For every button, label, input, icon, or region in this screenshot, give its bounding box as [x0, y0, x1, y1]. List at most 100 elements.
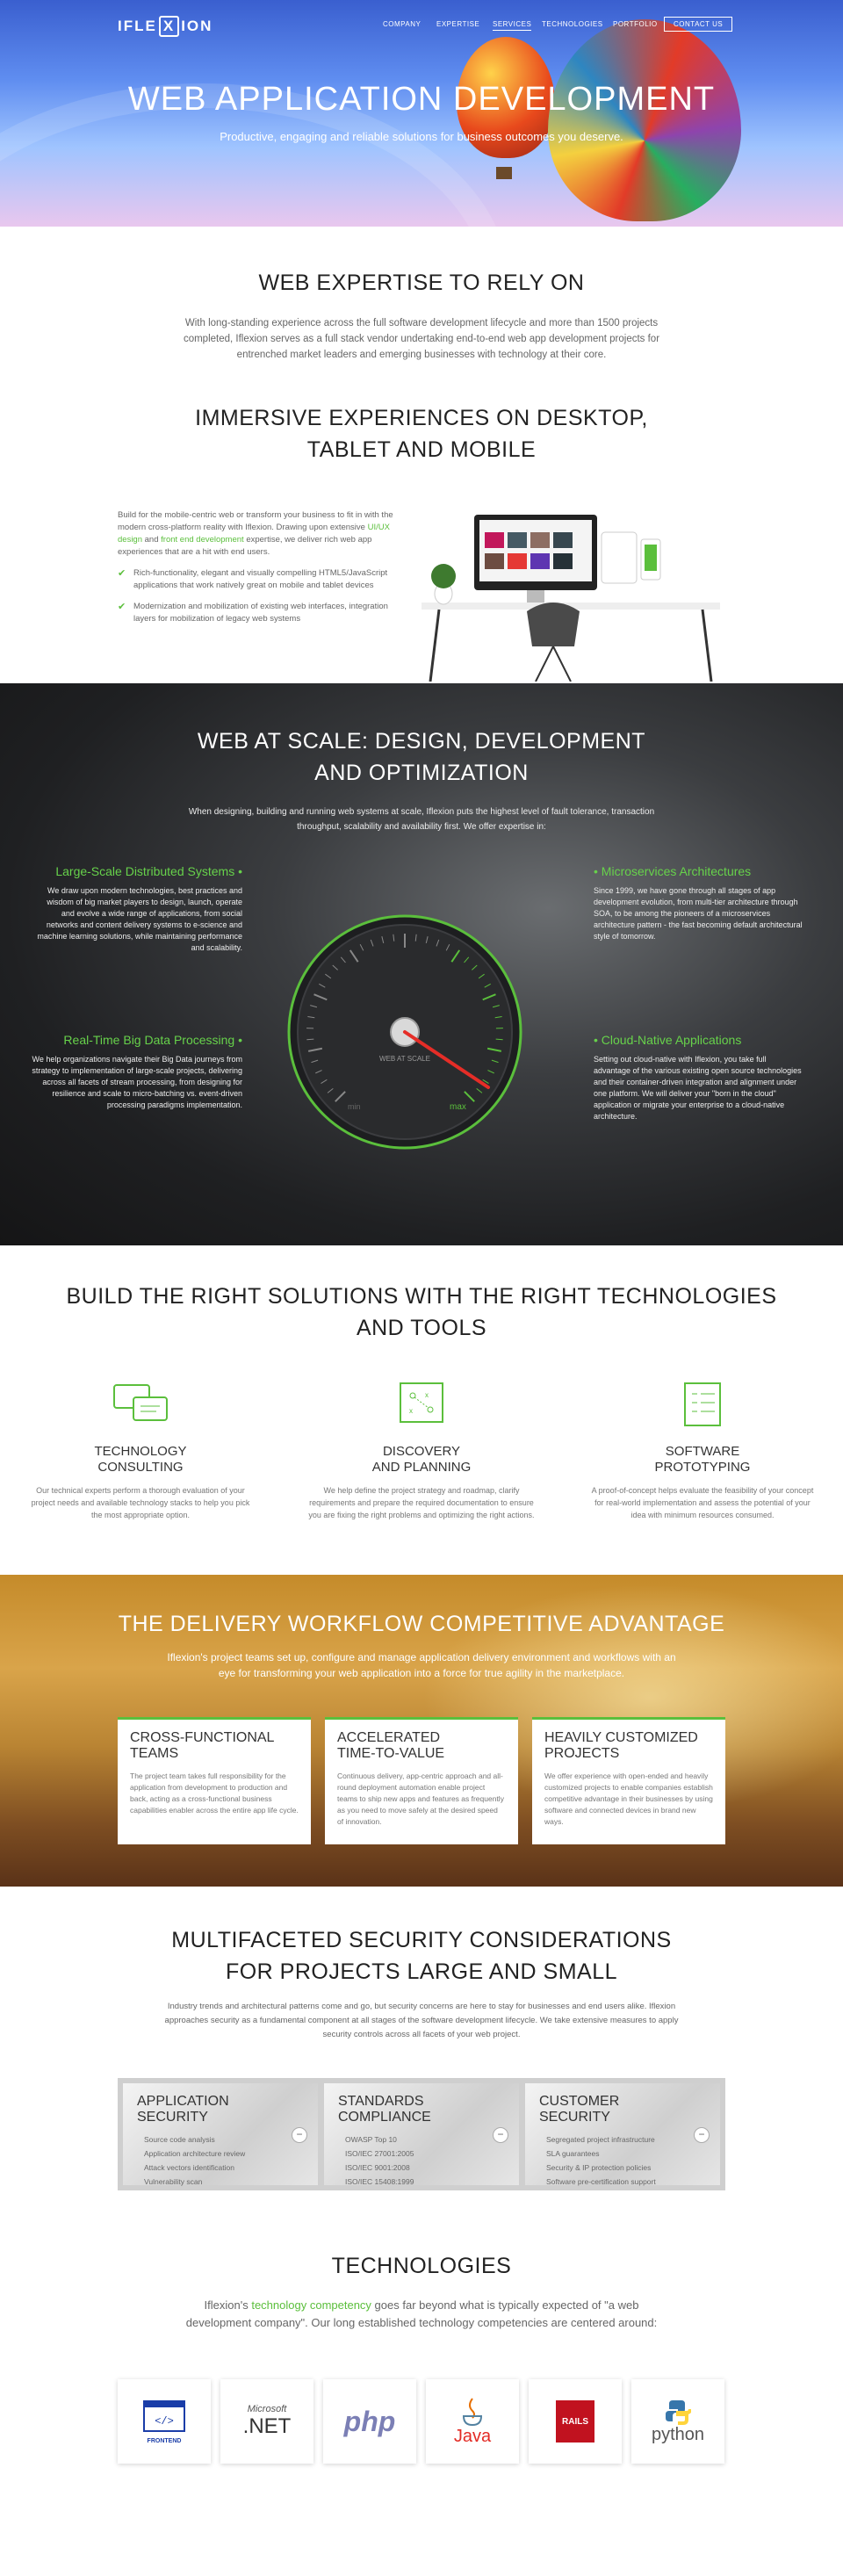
- contact-us-button[interactable]: CONTACT US: [664, 17, 732, 32]
- immersive-bullet-1: ✔ Rich-functionality, elegant and visuall…: [118, 567, 407, 592]
- dot-icon: •: [238, 864, 242, 878]
- solution-software-prototyping: SOFTWAREPROTOTYPING A proof-of-concept h…: [588, 1382, 817, 1521]
- speedometer-gauge: WEB AT SCALE min max: [285, 912, 525, 1152]
- technologies-intro: Iflexion's technology competency goes fa…: [176, 2297, 667, 2332]
- iflexion-logo[interactable]: IFLEXION: [118, 16, 213, 37]
- card-title-line2: TEAMS: [130, 1746, 178, 1761]
- dotnet-logo-top: Microsoft: [248, 2404, 287, 2414]
- card-text: The project team takes full responsibili…: [130, 1771, 299, 1816]
- nav-expertise[interactable]: EXPERTISE: [436, 20, 479, 28]
- solution-title-line1: SOFTWARE: [666, 1444, 739, 1459]
- technologies-section: TECHNOLOGIES Iflexion's technology compe…: [0, 2249, 843, 2576]
- solution-text: We help define the project strategy and …: [307, 1484, 536, 1521]
- rails-logo[interactable]: RAILS: [529, 2379, 622, 2464]
- clipboard-checklist-icon: [671, 1382, 734, 1427]
- logo-x-mark: X: [159, 16, 179, 37]
- panel-list-item: Security & IP protection policies: [539, 2161, 706, 2175]
- scale-title: WEB AT SCALE: DESIGN, DEVELOPMENTAND OPT…: [0, 683, 843, 789]
- scale-title-line2: AND OPTIMIZATION: [314, 761, 529, 785]
- workflow-card-customized: HEAVILY CUSTOMIZEDPROJECTS We offer expe…: [532, 1717, 725, 1844]
- gauge-tick: [306, 1039, 313, 1040]
- php-logo[interactable]: php: [323, 2379, 416, 2464]
- checkmark-icon: ✔: [118, 567, 126, 579]
- rails-logo-text: RAILS: [562, 2417, 588, 2427]
- feature-title-text: Large-Scale Distributed Systems: [55, 864, 234, 878]
- solutions-title-line2: AND TOOLS: [357, 1316, 486, 1340]
- immersive-bullet-2: ✔Modernization and mobilization of exist…: [118, 601, 407, 625]
- workflow-card-accelerated: ACCELERATEDTIME-TO-VALUE Continuous deli…: [325, 1717, 518, 1844]
- workflow-title: THE DELIVERY WORKFLOW COMPETITIVE ADVANT…: [0, 1575, 843, 1637]
- balloon-large-image: [548, 19, 741, 221]
- panel-list-item: Vulnerability scan: [137, 2175, 304, 2189]
- hero-section: IFLEXION COMPANY EXPERTISE SERVICES TECH…: [0, 0, 843, 227]
- solution-title: SOFTWAREPROTOTYPING: [588, 1444, 817, 1476]
- card-title-line2: PROJECTS: [544, 1746, 619, 1761]
- logo-text-left: IFLE: [118, 18, 157, 34]
- solution-title-line2: PROTOTYPING: [655, 1460, 751, 1475]
- solution-title-line1: TECHNOLOGY: [94, 1444, 186, 1459]
- solution-text: A proof-of-concept helps evaluate the fe…: [588, 1484, 817, 1521]
- panel-list-item: ISO/IEC 9001:2008: [338, 2161, 505, 2175]
- card-text: Continuous delivery, app-centric approac…: [337, 1771, 506, 1828]
- collapse-minus-icon[interactable]: −: [493, 2127, 508, 2143]
- collapse-minus-icon[interactable]: −: [292, 2127, 307, 2143]
- rails-badge: RAILS: [556, 2400, 594, 2443]
- scale-section: WEB AT SCALE: DESIGN, DEVELOPMENTAND OPT…: [0, 683, 843, 1245]
- panel-list-item: Application architecture review: [137, 2147, 304, 2161]
- immersive-bullet-2-text: Modernization and mobilization of existi…: [133, 601, 407, 625]
- dotnet-logo-bottom: .NET: [243, 2414, 292, 2439]
- feature-title-text: Microservices Architectures: [602, 864, 751, 878]
- nav-technologies[interactable]: TECHNOLOGIES: [542, 20, 603, 28]
- immersive-section: IMMERSIVE EXPERIENCES ON DESKTOP,TABLET …: [0, 402, 843, 683]
- dotnet-logo[interactable]: Microsoft .NET: [220, 2379, 313, 2464]
- java-cup-icon: [459, 2397, 486, 2427]
- card-title: ACCELERATEDTIME-TO-VALUE: [337, 1730, 506, 1762]
- solution-title: TECHNOLOGYCONSULTING: [26, 1444, 255, 1476]
- feature-text: Setting out cloud-native with Iflexion, …: [594, 1054, 804, 1122]
- feature-title: Real-Time Big Data Processing •: [32, 1033, 242, 1047]
- solutions-title-line1: BUILD THE RIGHT SOLUTIONS WITH THE RIGHT…: [66, 1284, 776, 1309]
- card-title: CROSS-FUNCTIONALTEAMS: [130, 1730, 299, 1762]
- solutions-section: BUILD THE RIGHT SOLUTIONS WITH THE RIGHT…: [0, 1245, 843, 1575]
- panel-title-line2: COMPLIANCE: [338, 2110, 431, 2125]
- front-end-development-link[interactable]: front end development: [161, 535, 244, 545]
- security-panel-standards[interactable]: STANDARDSCOMPLIANCE OWASP Top 10 ISO/IEC…: [324, 2083, 519, 2185]
- collapse-minus-icon[interactable]: −: [694, 2127, 710, 2143]
- solution-technology-consulting: TECHNOLOGYCONSULTING Our technical exper…: [26, 1382, 255, 1521]
- feature-text: We help organizations navigate their Big…: [32, 1054, 242, 1111]
- workflow-card-cross-functional: CROSS-FUNCTIONALTEAMS The project team t…: [118, 1717, 311, 1844]
- technology-logos: </> FRONTEND Microsoft .NET php Java RAI…: [118, 2379, 725, 2464]
- gauge-label: WEB AT SCALE: [379, 1055, 430, 1063]
- frontend-logo[interactable]: </> FRONTEND: [118, 2379, 211, 2464]
- card-text: We offer experience with open-ended and …: [544, 1771, 713, 1828]
- java-logo[interactable]: Java: [426, 2379, 519, 2464]
- nav-company[interactable]: COMPANY: [383, 20, 421, 28]
- solution-title-line2: AND PLANNING: [372, 1460, 472, 1475]
- security-section: MULTIFACETED SECURITY CONSIDERATIONSFOR …: [0, 1887, 843, 2249]
- panel-title-line2: SECURITY: [137, 2110, 208, 2125]
- security-panel-application[interactable]: APPLICATIONSECURITY Source code analysis…: [123, 2083, 318, 2185]
- panel-title: STANDARDSCOMPLIANCE: [338, 2094, 505, 2125]
- panel-title: APPLICATIONSECURITY: [137, 2094, 304, 2125]
- nav-services[interactable]: SERVICES: [493, 20, 531, 31]
- python-logo[interactable]: python: [631, 2379, 724, 2464]
- svg-text:x: x: [409, 1407, 413, 1415]
- gauge-max-label: max: [450, 1102, 466, 1112]
- feature-cloud-native: • Cloud-Native Applications Setting out …: [594, 1033, 804, 1122]
- technology-competency-link[interactable]: technology competency: [251, 2298, 371, 2312]
- svg-text:</>: </>: [155, 2415, 174, 2428]
- workflow-intro: Iflexion's project teams set up, configu…: [158, 1649, 685, 1681]
- dot-icon: •: [238, 1033, 242, 1047]
- expertise-text: With long-standing experience across the…: [176, 315, 667, 363]
- immersive-title: IMMERSIVE EXPERIENCES ON DESKTOP,TABLET …: [0, 402, 843, 465]
- nav-portfolio[interactable]: PORTFOLIO: [613, 20, 658, 28]
- immersive-bullet-1-text: Rich-functionality, elegant and visually…: [133, 567, 407, 592]
- hero-title: WEB APPLICATION DEVELOPMENT: [0, 81, 843, 119]
- panel-list-item: SLA guarantees: [539, 2147, 706, 2161]
- expertise-title: WEB EXPERTISE TO RELY ON: [0, 271, 843, 296]
- feature-title-text: Cloud-Native Applications: [602, 1033, 742, 1047]
- security-panels: APPLICATIONSECURITY Source code analysis…: [118, 2078, 725, 2190]
- security-title-line2: FOR PROJECTS LARGE AND SMALL: [226, 1959, 617, 1984]
- security-panel-customer[interactable]: CUSTOMERSECURITY Segregated project infr…: [525, 2083, 720, 2185]
- panel-title-line1: STANDARDS: [338, 2094, 424, 2109]
